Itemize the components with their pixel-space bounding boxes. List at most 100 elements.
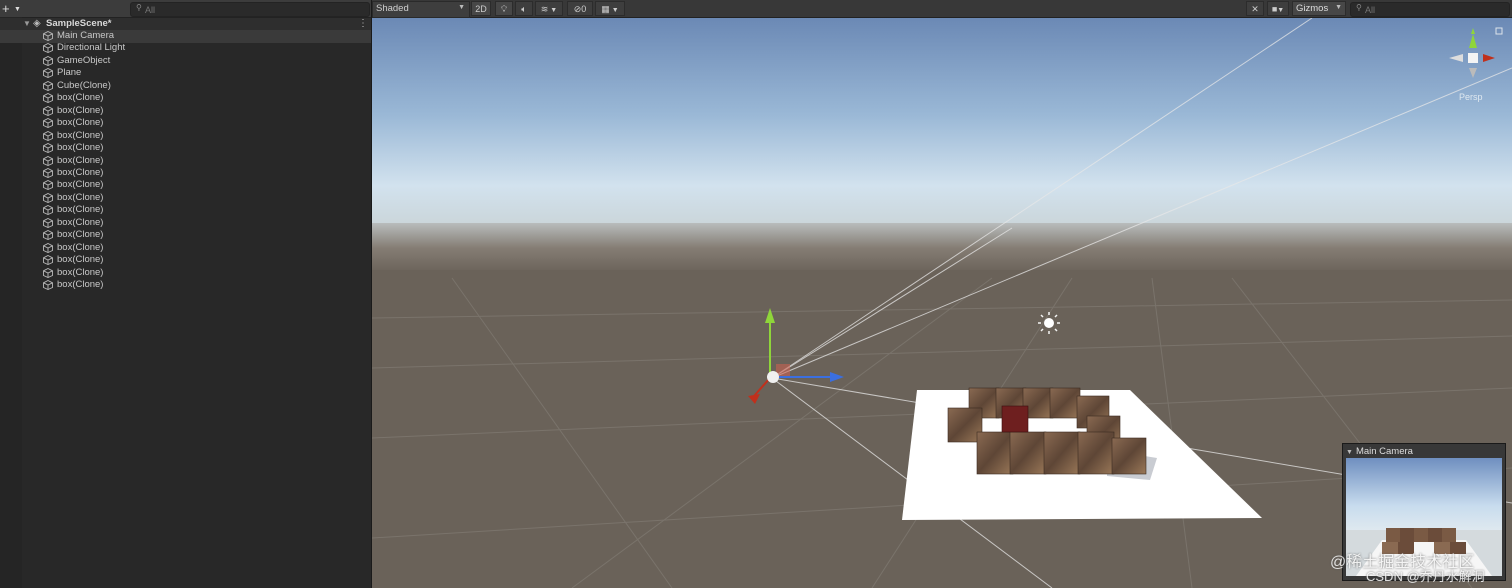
- grid-snapping-dropdown[interactable]: ▦ ▼: [595, 1, 625, 16]
- gameobject-cube-icon: [43, 167, 53, 178]
- plus-icon: +: [2, 1, 10, 16]
- gameobject-cube-icon: [43, 155, 53, 166]
- gameobject-cube-icon: [43, 93, 53, 104]
- hierarchy-item[interactable]: box(Clone): [0, 142, 371, 155]
- shading-mode-dropdown[interactable]: Shaded ▼: [372, 1, 470, 18]
- hierarchy-item[interactable]: box(Clone): [0, 167, 371, 180]
- camera-preview-title: Main Camera: [1355, 446, 1413, 457]
- audio-toggle-button[interactable]: 🔈︎: [515, 1, 533, 16]
- hierarchy-item[interactable]: box(Clone): [0, 192, 371, 205]
- hierarchy-item[interactable]: box(Clone): [0, 130, 371, 143]
- lighting-toggle-button[interactable]: 💡︎: [495, 1, 513, 16]
- cube-clone[interactable]: [1001, 405, 1029, 433]
- hierarchy-search-input[interactable]: [145, 3, 345, 16]
- speaker-icon: 🔈︎: [521, 4, 527, 14]
- add-object-button[interactable]: + ▼: [2, 1, 22, 16]
- sky: [372, 18, 1512, 233]
- hierarchy-item[interactable]: box(Clone): [0, 117, 371, 130]
- effects-dropdown[interactable]: ≋ ▼: [535, 1, 563, 16]
- hierarchy-item[interactable]: box(Clone): [0, 217, 371, 230]
- camera-settings-button[interactable]: ■▼: [1267, 1, 1289, 16]
- hierarchy-item-label: box(Clone): [57, 204, 104, 216]
- hierarchy-toolbar: + ▼ ⚲: [0, 0, 371, 18]
- chevron-down-icon: ▼: [1335, 4, 1342, 11]
- hierarchy-item-label: Directional Light: [57, 42, 126, 54]
- gameobject-cube-icon: [43, 43, 53, 54]
- hierarchy-item[interactable]: GameObject: [0, 55, 371, 68]
- unity-scene-icon: ◈: [33, 18, 41, 29]
- hierarchy-item[interactable]: Plane: [0, 67, 371, 80]
- toggle-2d-label: 2D: [475, 4, 487, 14]
- hierarchy-item-label: Plane: [57, 67, 82, 79]
- hierarchy-item[interactable]: box(Clone): [0, 179, 371, 192]
- scene-visibility-toggle[interactable]: ⊘0: [567, 1, 593, 16]
- gameobject-cube-icon: [43, 30, 53, 41]
- gameobject-cube-icon: [43, 68, 53, 79]
- tools-button[interactable]: ✕: [1246, 1, 1264, 16]
- hierarchy-item-label: box(Clone): [57, 142, 104, 154]
- scene-search[interactable]: ⚲: [1350, 2, 1510, 17]
- hierarchy-item[interactable]: box(Clone): [0, 242, 371, 255]
- gizmos-dropdown[interactable]: Gizmos ▼: [1292, 1, 1346, 16]
- hierarchy-item[interactable]: box(Clone): [0, 279, 371, 292]
- scene-header-row[interactable]: ▼ ◈ SampleScene* ⋮: [0, 18, 371, 30]
- gameobject-cube-icon: [43, 267, 53, 278]
- hierarchy-item-label: box(Clone): [57, 92, 104, 104]
- hierarchy-item[interactable]: box(Clone): [0, 92, 371, 105]
- gizmos-label: Gizmos: [1296, 3, 1329, 14]
- camera-preview-title-bar: ▼ Main Camera: [1346, 446, 1413, 457]
- gameobject-cube-icon: [43, 80, 53, 91]
- hierarchy-item-label: box(Clone): [57, 166, 104, 178]
- chevron-down-icon: ▼: [458, 4, 465, 11]
- horizon-haze: [372, 223, 1512, 273]
- persp-label[interactable]: Persp: [1459, 92, 1483, 102]
- hierarchy-item[interactable]: box(Clone): [0, 254, 371, 267]
- hierarchy-item[interactable]: box(Clone): [0, 105, 371, 118]
- hierarchy-item-label: box(Clone): [57, 229, 104, 241]
- hierarchy-item[interactable]: Directional Light: [0, 42, 371, 55]
- gameobject-cube-icon: [43, 55, 53, 66]
- hierarchy-item-label: box(Clone): [57, 104, 104, 116]
- hierarchy-item-label: Cube(Clone): [57, 79, 111, 91]
- gameobject-cube-icon: [43, 242, 53, 253]
- gameobject-cube-icon: [43, 205, 53, 216]
- hierarchy-item[interactable]: box(Clone): [0, 267, 371, 280]
- chevron-down-icon: ▼: [14, 6, 21, 13]
- expand-triangle-icon[interactable]: ▼: [23, 19, 31, 28]
- collapse-triangle-icon[interactable]: ▼: [1346, 449, 1353, 456]
- gameobject-cube-icon: [43, 192, 53, 203]
- hierarchy-item[interactable]: box(Clone): [0, 204, 371, 217]
- search-icon: ⚲: [136, 3, 142, 12]
- toggle-2d-button[interactable]: 2D: [471, 1, 491, 16]
- search-icon: ⚲: [1356, 3, 1362, 12]
- hierarchy-item-label: box(Clone): [57, 254, 104, 266]
- hierarchy-item[interactable]: Cube(Clone): [0, 80, 371, 93]
- scene-search-input[interactable]: [1365, 3, 1495, 16]
- chevron-down-icon: ▼: [548, 7, 558, 14]
- hierarchy-item-label: box(Clone): [57, 266, 104, 278]
- tools-icon: ✕: [1251, 4, 1259, 14]
- gameobject-cube-icon: [43, 217, 53, 228]
- hierarchy-item-label: box(Clone): [57, 241, 104, 253]
- gameobject-cube-icon: [43, 105, 53, 116]
- hierarchy-search[interactable]: ⚲: [130, 2, 370, 17]
- hierarchy-item[interactable]: box(Clone): [0, 155, 371, 168]
- grid-icon: ▦: [601, 4, 610, 14]
- hierarchy-item-label: box(Clone): [57, 129, 104, 141]
- chevron-down-icon: ▼: [609, 7, 619, 14]
- hierarchy-item[interactable]: Main Camera: [0, 30, 371, 43]
- scene-view-panel: Shaded ▼ 2D 💡︎ 🔈︎ ≋ ▼ ⊘0 ▦ ▼ ✕ ■▼ Gizmos…: [372, 0, 1512, 588]
- hierarchy-item-label: GameObject: [57, 54, 111, 66]
- scene-toolbar: Shaded ▼ 2D 💡︎ 🔈︎ ≋ ▼ ⊘0 ▦ ▼ ✕ ■▼ Gizmos…: [372, 0, 1512, 18]
- gameobject-cube-icon: [43, 255, 53, 266]
- gameobject-cube-icon: [43, 279, 53, 290]
- hierarchy-item-label: box(Clone): [57, 216, 104, 228]
- scene-name: SampleScene*: [46, 18, 112, 29]
- watermark-line2: CSDN @乔丹水解洞: [1366, 569, 1485, 584]
- hierarchy-item-label: box(Clone): [57, 179, 104, 191]
- hierarchy-item[interactable]: box(Clone): [0, 229, 371, 242]
- shading-mode-value: Shaded: [376, 3, 409, 14]
- scene-viewport[interactable]: Persp ▼ Main Camera: [372, 18, 1512, 588]
- more-options-icon[interactable]: ⋮: [358, 18, 368, 30]
- gameobject-cube-icon: [43, 143, 53, 154]
